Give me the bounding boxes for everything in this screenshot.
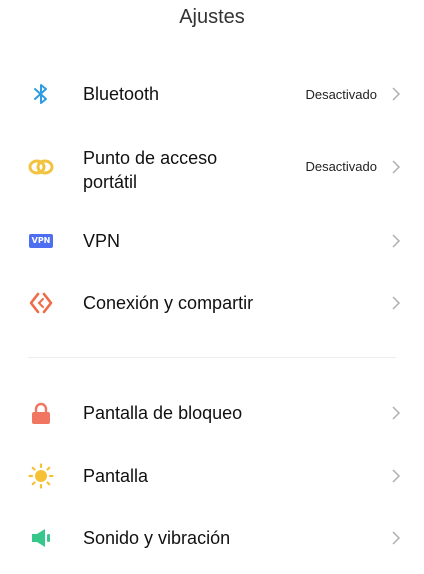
settings-item-display[interactable]: Pantalla: [0, 462, 424, 490]
hotspot-icon: [28, 154, 54, 180]
status-value: Desactivado: [305, 86, 377, 102]
chevron-right-icon: [392, 87, 401, 101]
settings-item-sound[interactable]: Sonido y vibración: [0, 524, 424, 552]
settings-item-lock-screen[interactable]: Pantalla de bloqueo: [0, 399, 424, 427]
chevron-right-icon: [392, 234, 401, 248]
settings-item-connection-sharing[interactable]: Conexión y compartir: [0, 289, 424, 317]
page-title: Ajustes: [179, 6, 245, 28]
chevron-right-icon: [392, 531, 401, 545]
settings-item-label: Sonido y vibración: [83, 528, 231, 548]
vpn-icon: VPN: [28, 228, 54, 254]
connection-sharing-icon: [28, 290, 54, 316]
lock-icon: [28, 400, 54, 426]
settings-item-label: Pantalla de bloqueo: [83, 403, 243, 423]
settings-item-label: Punto de acceso portátil: [83, 148, 218, 192]
settings-item-label: Conexión y compartir: [83, 293, 254, 313]
settings-item-label: Pantalla: [83, 466, 149, 486]
sun-icon: [28, 463, 54, 489]
chevron-right-icon: [392, 406, 401, 420]
settings-item-hotspot[interactable]: Punto de acceso portátil Desactivado: [0, 146, 424, 192]
status-value: Desactivado: [305, 159, 377, 174]
chevron-right-icon: [392, 296, 401, 310]
bluetooth-icon: [28, 81, 54, 107]
settings-item-label: Bluetooth: [83, 84, 160, 104]
section-divider: [28, 357, 396, 358]
settings-item-vpn[interactable]: VPN VPN: [0, 227, 424, 255]
settings-item-label: VPN: [83, 231, 121, 251]
chevron-right-icon: [392, 160, 401, 174]
settings-item-bluetooth[interactable]: Bluetooth Desactivado: [0, 80, 424, 108]
speaker-icon: [28, 525, 54, 551]
vpn-icon-text: VPN: [29, 234, 53, 248]
chevron-right-icon: [392, 469, 401, 483]
